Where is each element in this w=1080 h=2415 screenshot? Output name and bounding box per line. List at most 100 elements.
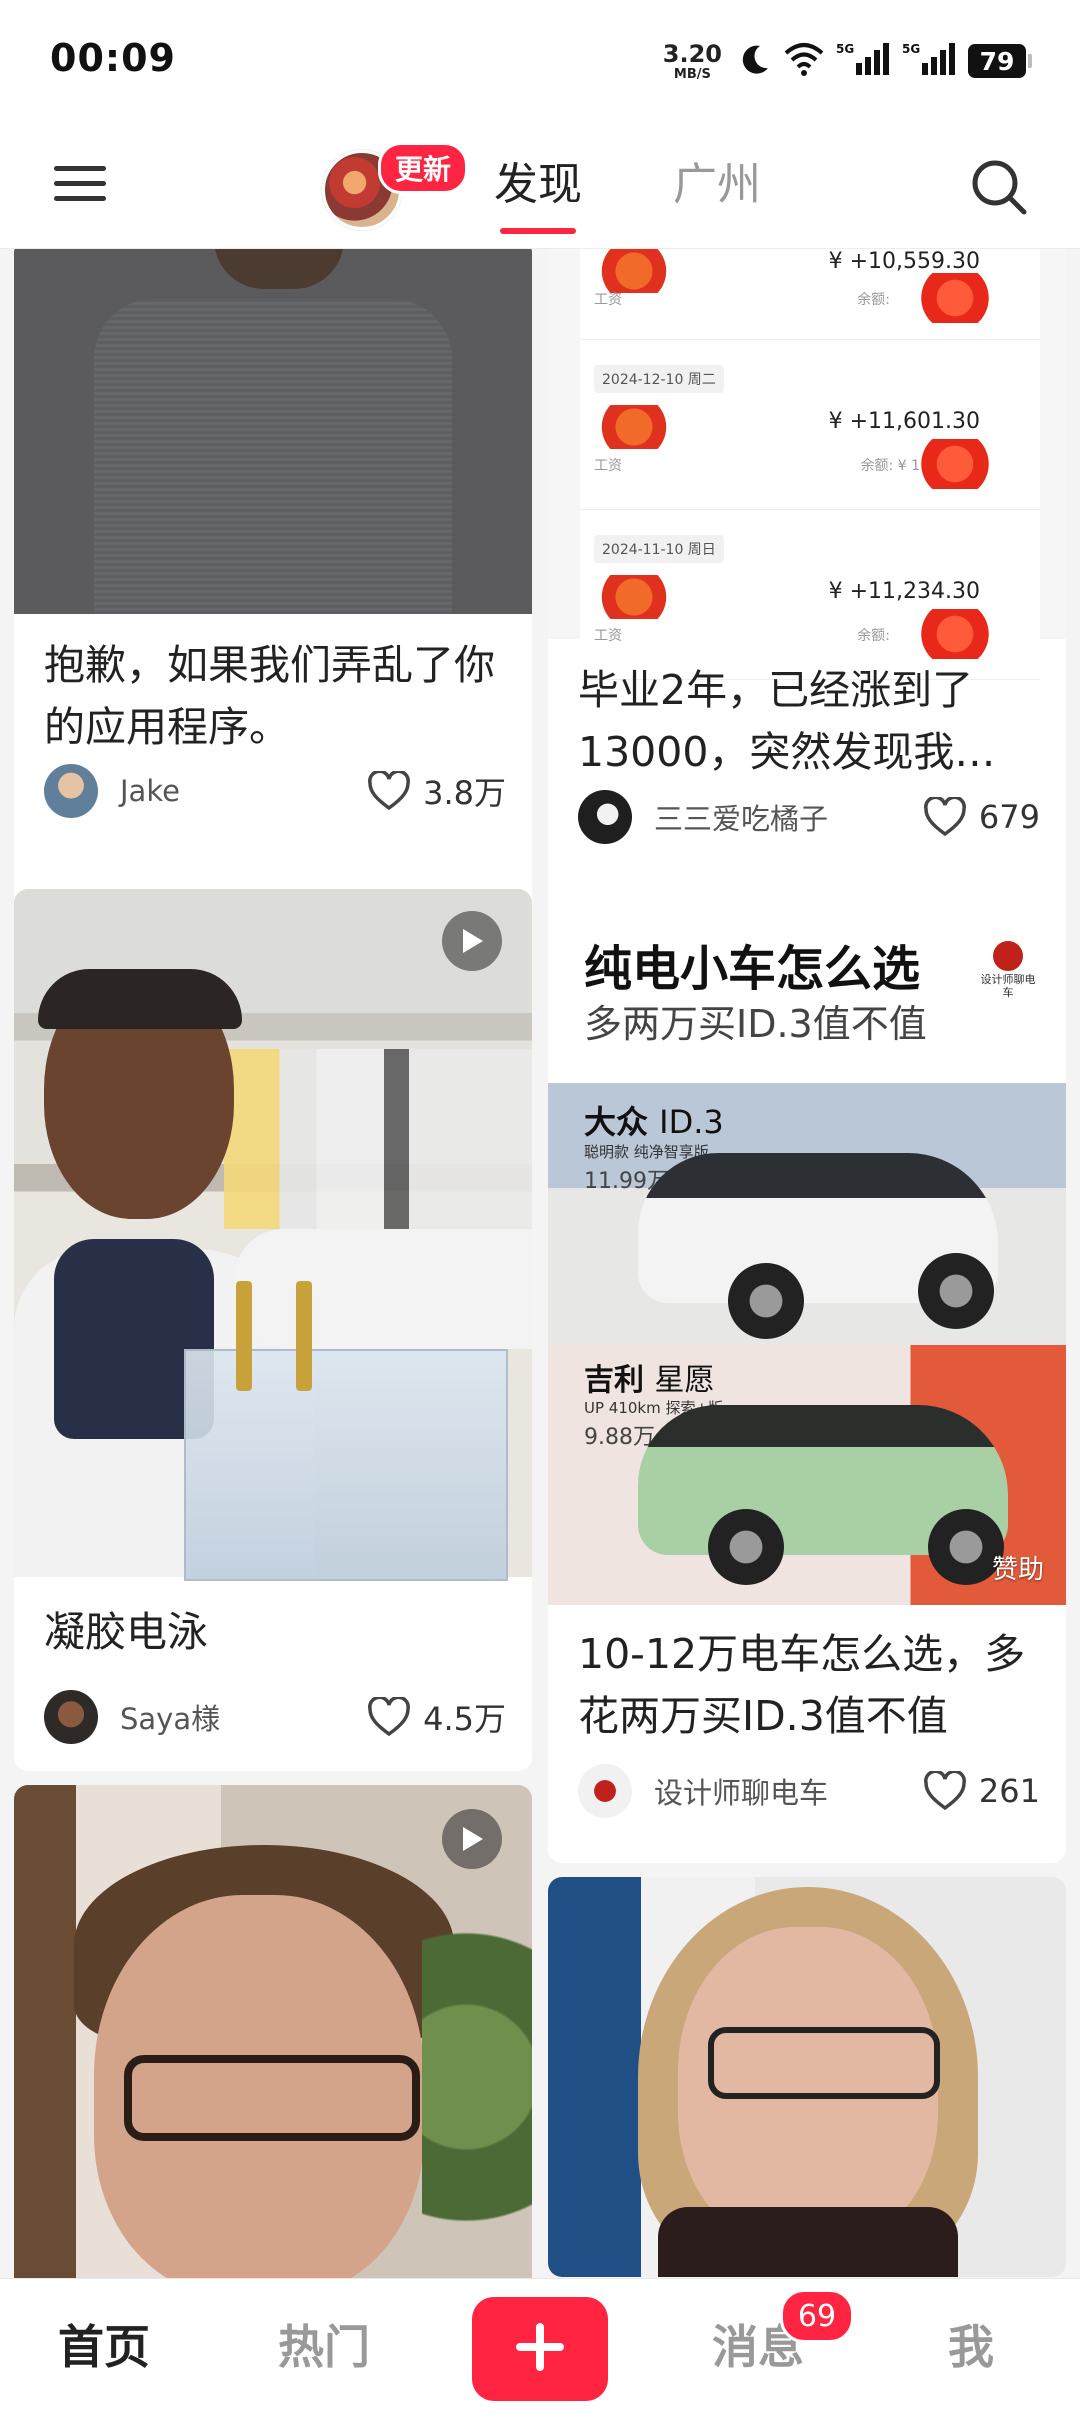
note-cover-image[interactable]	[14, 249, 532, 614]
note-card[interactable]: 凝胶电泳 Saya様 4.5万	[14, 889, 532, 1771]
car-wheel	[708, 1509, 784, 1585]
note-card[interactable]	[14, 1785, 532, 2278]
tab-city[interactable]: 广州	[673, 150, 761, 220]
tab-discover-label: 发现	[494, 159, 582, 210]
channel-logo: 设计师聊电车	[976, 941, 1040, 999]
tab-active-indicator	[500, 228, 576, 234]
bank-sub: 工资	[594, 628, 622, 644]
heart-icon[interactable]	[367, 770, 413, 812]
cover-glasses	[708, 2027, 940, 2099]
status-icons: 3.20 MB/S 5G 5G 79	[663, 36, 1032, 86]
bottom-nav: 首页 热门 消息 69 我	[0, 2278, 1080, 2415]
bank-amount: ¥ +10,559.30	[828, 249, 980, 274]
avatar[interactable]	[578, 790, 632, 844]
note-title[interactable]: 抱歉，如果我们弄乱了你的应用程序。	[44, 634, 506, 758]
bank-redacted	[910, 273, 1000, 323]
sponsor-tag: 赞助	[991, 1555, 1044, 1585]
nav-hot[interactable]: 热门	[278, 2315, 370, 2379]
note-card[interactable]: 纯电小车怎么选 多两万买ID.3值不值 设计师聊电车 大众 ID.3 聪明款 纯…	[548, 915, 1066, 1863]
note-cover-image[interactable]	[548, 1877, 1066, 2277]
search-button[interactable]	[966, 156, 1032, 222]
note-meta: Saya様 4.5万	[44, 1689, 506, 1745]
avatar[interactable]	[44, 1690, 98, 1744]
network-speed: 3.20 MB/S	[663, 42, 722, 81]
bank-balance: 余额:	[857, 292, 890, 308]
ad-price: 9.88万	[584, 1425, 655, 1450]
like-count: 4.5万	[423, 1700, 506, 1738]
avatar[interactable]	[44, 764, 98, 818]
menu-icon	[52, 162, 108, 210]
menu-button[interactable]	[40, 156, 120, 216]
cover-beard	[214, 249, 344, 289]
nav-home[interactable]: 首页	[58, 2315, 150, 2379]
note-card[interactable]	[548, 1877, 1066, 2277]
note-cover-image[interactable]	[14, 889, 532, 1581]
ad-model-name: 星愿	[654, 1363, 715, 1398]
tab-discover[interactable]: 发现	[494, 150, 582, 234]
cover-electrode	[296, 1281, 312, 1391]
plus-icon	[512, 2319, 568, 2379]
bank-sub: 工资	[594, 458, 622, 474]
battery-level: 79	[968, 44, 1026, 78]
signal-1-label: 5G	[836, 42, 854, 56]
cover-clothing	[658, 2207, 958, 2277]
bank-row: 2024-11-10 周日 ¥ +11,234.30 工资 余额:	[580, 509, 1040, 680]
bank-amount: ¥ +11,234.30	[828, 579, 980, 604]
car-wheel	[728, 1263, 804, 1339]
messages-badge: 69	[780, 2289, 854, 2343]
update-badge[interactable]: 更新	[378, 142, 469, 194]
note-meta: 三三爱吃橘子 679	[578, 789, 1040, 845]
ad-brand: 大众 ID.3	[584, 1097, 724, 1143]
battery-icon: 79	[968, 44, 1032, 78]
signal-2-label: 5G	[902, 42, 920, 56]
bank-date: 2024-12-10 周二	[594, 365, 724, 393]
note-cover-image[interactable]	[14, 1785, 532, 2278]
bank-amount: ¥ +11,601.30	[828, 409, 980, 434]
play-icon	[442, 1809, 502, 1869]
signal-icon: 5G	[902, 41, 958, 81]
author-name[interactable]: Saya様	[120, 1696, 367, 1738]
ad-brand-name: 大众	[584, 1103, 649, 1141]
nav-me[interactable]: 我	[948, 2315, 994, 2379]
cover-gel-box	[184, 1281, 508, 1581]
heart-icon[interactable]	[923, 1770, 969, 1812]
ad-panel-geely: 吉利 星愿 UP 410km 探索+版 9.88万	[548, 1345, 1066, 1605]
bank-redacted	[594, 575, 674, 619]
network-speed-value: 3.20	[662, 39, 722, 68]
note-title[interactable]: 10-12万电车怎么选，多花两万买ID.3值不值	[578, 1623, 1040, 1747]
note-cover-image[interactable]: 纯电小车怎么选 多两万买ID.3值不值 设计师聊电车 大众 ID.3 聪明款 纯…	[548, 915, 1066, 1605]
note-meta: 设计师聊电车 261	[578, 1763, 1040, 1819]
bank-row: 2024-12-10 周二 ¥ +11,601.30 工资 余额: ¥ 1	[580, 339, 1040, 510]
note-title[interactable]: 毕业2年，已经涨到了13000，突然发现我…	[578, 659, 1040, 783]
author-name[interactable]: 设计师聊电车	[654, 1770, 923, 1812]
note-cover-image[interactable]: ¥ +10,559.30 工资 余额: 2024-12-10 周二 ¥ +11,…	[548, 249, 1066, 680]
ad-brand: 吉利 星愿	[584, 1355, 714, 1399]
channel-logo-mark	[993, 941, 1023, 971]
author-name[interactable]: Jake	[120, 774, 367, 808]
avatar[interactable]	[578, 1764, 632, 1818]
bank-redacted	[910, 609, 1000, 659]
heart-icon[interactable]	[367, 1696, 413, 1738]
ad-subheadline: 多两万买ID.3值不值	[584, 1002, 927, 1046]
bank-redacted	[910, 439, 1000, 489]
channel-logo-text: 设计师聊电车	[980, 973, 1036, 999]
network-speed-unit: MB/S	[673, 66, 711, 82]
ad-brand-name: 吉利	[584, 1363, 644, 1398]
signal-icon: 5G	[836, 41, 892, 81]
cover-arm	[234, 1229, 532, 1349]
heart-icon[interactable]	[923, 796, 969, 838]
bank-statement: ¥ +10,559.30 工资 余额: 2024-12-10 周二 ¥ +11,…	[580, 249, 1040, 680]
post-button[interactable]	[472, 2297, 608, 2401]
status-time: 00:09	[50, 36, 176, 80]
car-wheel	[918, 1253, 994, 1329]
author-name[interactable]: 三三爱吃橘子	[654, 796, 923, 838]
ad-model-name: ID.3	[659, 1103, 724, 1141]
ad-panel-vw: 大众 ID.3 聪明款 纯净智享版 11.99万	[548, 1083, 1066, 1345]
play-icon	[442, 911, 502, 971]
cover-glasses	[124, 2055, 420, 2141]
cover-electrode	[236, 1281, 252, 1391]
note-title[interactable]: 凝胶电泳	[44, 1601, 506, 1663]
feed: 抱歉，如果我们弄乱了你的应用程序。 Jake 3.8万 ¥ +10,559.30…	[0, 249, 1080, 2278]
top-nav: 更新 发现 广州	[0, 120, 1080, 249]
bank-balance: 余额:	[857, 628, 890, 644]
